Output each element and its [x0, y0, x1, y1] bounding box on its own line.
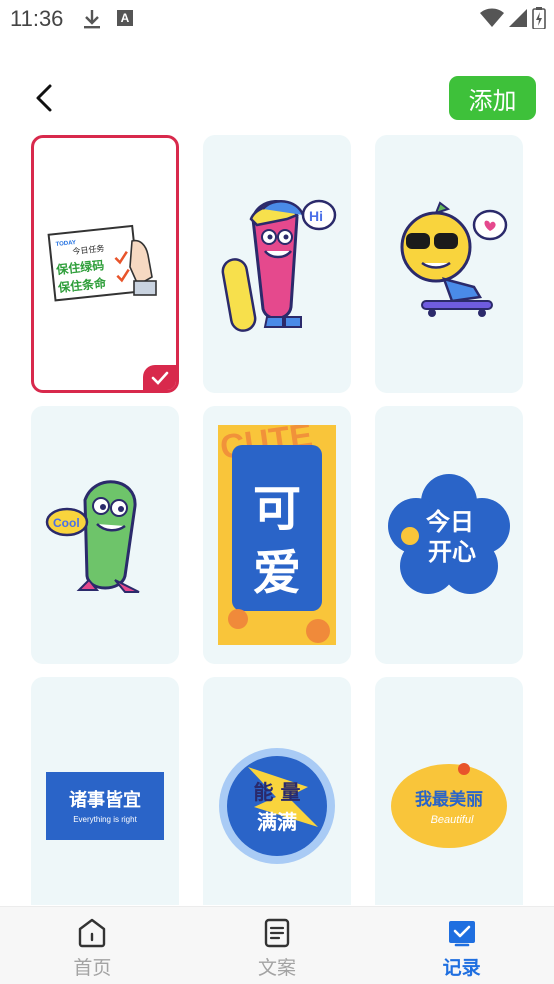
svg-text:开心: 开心 — [428, 538, 476, 566]
sticker-card-lemon-skater[interactable] — [375, 135, 523, 393]
tab-copywriting-label: 文案 — [258, 957, 297, 979]
status-time: 11:36 — [10, 6, 64, 31]
happy-today-sticker: 今日 开心 — [388, 474, 510, 594]
chevron-left-icon — [36, 84, 52, 112]
svg-text:满满: 满满 — [257, 810, 297, 834]
signal-icon — [508, 8, 528, 32]
home-icon — [79, 918, 106, 948]
svg-text:Cool: Cool — [53, 516, 80, 530]
full-energy-sticker: 能 量 满满 — [219, 748, 335, 864]
status-icons — [480, 7, 546, 33]
everything-right-sticker: 诸事皆宜 Everything is right — [46, 772, 164, 840]
tab-copywriting[interactable]: 文案 — [185, 907, 370, 984]
svg-text:能 量: 能 量 — [254, 780, 301, 804]
bottom-tab-bar: 首页 文案 记录 — [0, 906, 554, 984]
status-bar: 11:36 A — [0, 0, 554, 38]
back-button[interactable] — [26, 80, 62, 116]
lemon-skater-sticker — [400, 201, 508, 317]
svg-text:Hi: Hi — [309, 208, 323, 224]
record-icon — [448, 921, 475, 947]
most-beautiful-sticker: 我最美丽 Beautiful — [391, 763, 507, 848]
sticker-card-everything-right[interactable]: 诸事皆宜 Everything is right — [31, 677, 179, 905]
check-icon — [151, 371, 169, 385]
sticker-grid: TODAY 今日任务 保住绿码 保住条命 Hi Cool 可 爱 今日 开心 诸… — [31, 135, 523, 905]
hi-monster-sticker: Hi — [221, 199, 337, 332]
svg-text:今日: 今日 — [426, 508, 474, 536]
svg-text:可: 可 — [253, 481, 301, 537]
sticker-card-today-task[interactable]: TODAY 今日任务 保住绿码 保住条命 — [31, 135, 179, 393]
tab-record-label: 记录 — [442, 957, 481, 979]
tab-home[interactable]: 首页 — [0, 907, 185, 984]
download-icon — [82, 8, 102, 34]
app-notification-icon: A — [117, 10, 133, 26]
today-task-sticker: TODAY 今日任务 保住绿码 保住条命 — [47, 224, 157, 302]
add-button[interactable]: 添加 — [449, 76, 536, 120]
svg-text:爱: 爱 — [253, 545, 301, 601]
sticker-card-cool-cucumber[interactable]: Cool — [31, 406, 179, 664]
sticker-card-hi-monster[interactable]: Hi — [203, 135, 351, 393]
svg-text:Beautiful: Beautiful — [431, 814, 474, 826]
sticker-card-happy-today[interactable]: 今日 开心 — [375, 406, 523, 664]
tab-home-label: 首页 — [73, 957, 112, 979]
battery-icon — [532, 7, 546, 33]
svg-text:诸事皆宜: 诸事皆宜 — [69, 789, 141, 811]
svg-text:我最美丽: 我最美丽 — [415, 789, 483, 810]
selected-check-badge — [143, 365, 176, 390]
svg-text:Everything is right: Everything is right — [73, 815, 137, 824]
sticker-card-cute[interactable]: CUTE 可 爱 — [203, 406, 351, 664]
sticker-card-full-energy[interactable]: 能 量 满满 — [203, 677, 351, 905]
sticker-card-most-beautiful[interactable]: 我最美丽 Beautiful — [375, 677, 523, 905]
tab-record[interactable]: 记录 — [369, 907, 554, 984]
cool-cucumber-sticker: Cool — [45, 480, 140, 593]
document-icon — [264, 918, 290, 948]
cute-sticker: CUTE 可 爱 — [218, 425, 336, 645]
wifi-icon — [480, 8, 504, 32]
